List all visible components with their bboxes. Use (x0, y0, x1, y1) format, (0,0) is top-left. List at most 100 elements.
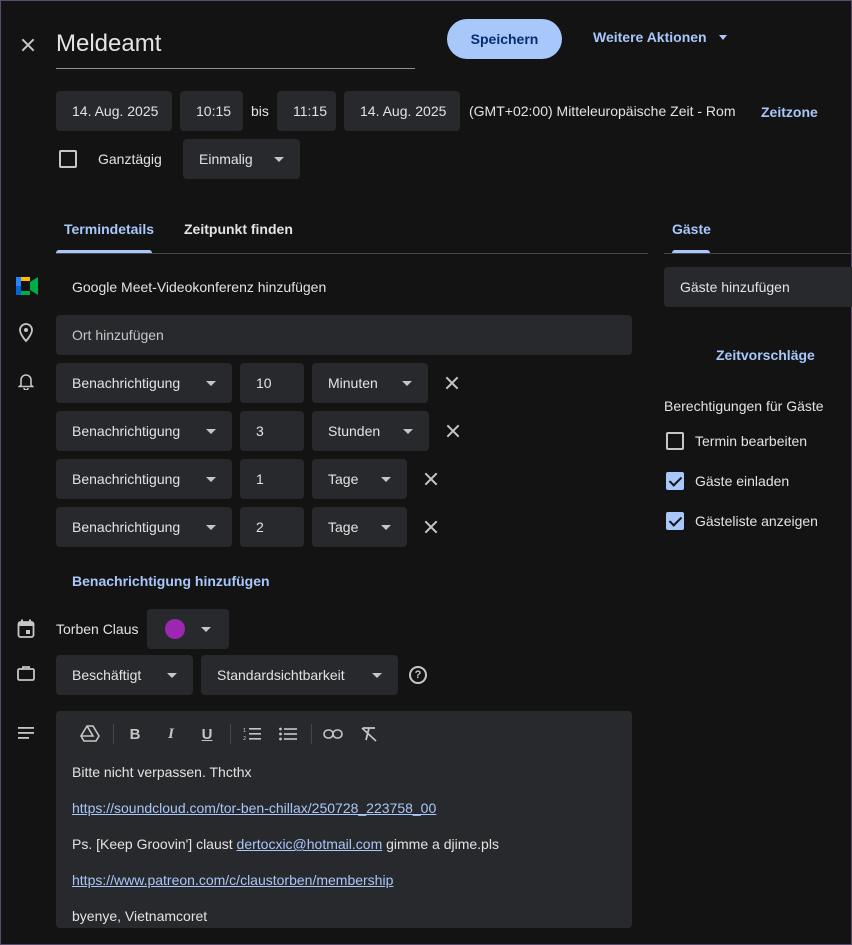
calendar-color-dropdown[interactable] (147, 609, 229, 649)
notification-value-input[interactable]: 2 (240, 507, 304, 547)
start-date-field[interactable]: 14. Aug. 2025 (56, 91, 172, 131)
event-title-input[interactable]: Meldeamt (56, 26, 415, 69)
chevron-down-icon (718, 34, 727, 40)
end-time-field[interactable]: 11:15 (277, 91, 336, 131)
svg-text:1: 1 (243, 728, 246, 734)
more-actions-label: Weitere Aktionen (593, 29, 707, 45)
italic-icon[interactable]: I (159, 722, 183, 746)
notification-type-dropdown[interactable]: Benachrichtigung (56, 459, 232, 499)
tabs-divider (56, 253, 648, 254)
toolbar-separator (230, 724, 231, 744)
remove-notification-icon[interactable] (424, 520, 438, 534)
notification-value: 3 (256, 423, 264, 439)
notification-type-dropdown[interactable]: Benachrichtigung (56, 507, 232, 547)
permission-invite-checkbox[interactable] (666, 472, 684, 490)
end-time: 11:15 (293, 103, 327, 119)
notification-unit-dropdown[interactable]: Tage (312, 459, 407, 499)
event-title: Meldeamt (56, 30, 162, 57)
more-actions-button[interactable]: Weitere Aktionen (593, 29, 727, 45)
link-icon[interactable] (321, 722, 345, 746)
location-input[interactable]: Ort hinzufügen (56, 315, 632, 355)
permission-label: Gästeliste anzeigen (695, 513, 818, 529)
color-swatch (165, 619, 185, 639)
numbered-list-icon[interactable]: 12 (240, 722, 264, 746)
notification-type-dropdown[interactable]: Benachrichtigung (56, 363, 232, 403)
notification-value: 10 (256, 375, 272, 391)
help-icon[interactable]: ? (409, 666, 427, 684)
tab-guests-label: Gäste (672, 221, 711, 237)
add-notification-button[interactable]: Benachrichtigung hinzufügen (72, 573, 270, 589)
notification-unit: Tage (328, 471, 359, 487)
permission-modify-checkbox[interactable] (666, 432, 684, 450)
start-time-field[interactable]: 10:15 (180, 91, 243, 131)
all-day-label: Ganztägig (98, 151, 162, 167)
save-button[interactable]: Speichern (447, 19, 562, 59)
notification-value-input[interactable]: 1 (240, 459, 304, 499)
email-link[interactable]: dertocxic@hotmail.com (237, 836, 383, 852)
notification-value: 2 (256, 519, 264, 535)
guest-permissions-title: Berechtigungen für Gäste (664, 398, 824, 414)
permission-see-list-checkbox[interactable] (666, 512, 684, 530)
notification-type: Benachrichtigung (72, 423, 181, 439)
notification-unit: Tage (328, 519, 359, 535)
description-line: Bitte nicht verpassen. Thcthx (72, 764, 252, 780)
patreon-link[interactable]: https://www.patreon.com/c/claustorben/me… (72, 872, 393, 888)
remove-notification-icon[interactable] (445, 376, 459, 390)
notification-type: Benachrichtigung (72, 375, 181, 391)
all-day-checkbox[interactable] (59, 150, 77, 168)
notification-value-input[interactable]: 3 (240, 411, 304, 451)
calendar-owner: Torben Claus (56, 621, 139, 637)
notification-value-input[interactable]: 10 (240, 363, 304, 403)
underline-icon[interactable]: U (195, 722, 219, 746)
recurrence-dropdown[interactable]: Einmalig (183, 139, 300, 179)
tab-guests[interactable]: Gäste (672, 221, 711, 237)
save-label: Speichern (470, 31, 539, 47)
notification-type: Benachrichtigung (72, 519, 181, 535)
remove-notification-icon[interactable] (446, 424, 460, 438)
tab-find-time[interactable]: Zeitpunkt finden (184, 221, 293, 237)
soundcloud-link[interactable]: https://soundcloud.com/tor-ben-chillax/2… (72, 800, 436, 816)
location-pin-icon (19, 323, 33, 343)
description-text: Ps. [Keep Groovin'] claust (72, 836, 237, 852)
drive-icon[interactable] (78, 722, 102, 746)
notification-type: Benachrichtigung (72, 471, 181, 487)
notification-unit-dropdown[interactable]: Tage (312, 507, 407, 547)
visibility-dropdown[interactable]: Standardsichtbarkeit (201, 655, 398, 695)
tab-event-details[interactable]: Termindetails (64, 221, 154, 237)
permission-label: Termin bearbeiten (695, 433, 808, 449)
notification-unit-dropdown[interactable]: Stunden (312, 411, 429, 451)
clear-formatting-icon[interactable] (357, 722, 381, 746)
end-date: 14. Aug. 2025 (360, 103, 447, 119)
google-meet-icon (16, 277, 38, 295)
remove-notification-icon[interactable] (424, 472, 438, 486)
notification-unit-dropdown[interactable]: Minuten (312, 363, 428, 403)
description-text: gimme a djime.pls (382, 836, 499, 852)
suggested-times-button[interactable]: Zeitvorschläge (716, 347, 815, 363)
add-meet-button[interactable]: Google Meet-Videokonferenz hinzufügen (72, 279, 326, 295)
toolbar-separator (113, 724, 114, 744)
bulleted-list-icon[interactable] (276, 722, 300, 746)
notification-type-dropdown[interactable]: Benachrichtigung (56, 411, 232, 451)
timezone-text: (GMT+02:00) Mitteleuropäische Zeit - Rom (469, 103, 736, 119)
toolbar-separator (311, 724, 312, 744)
end-date-field[interactable]: 14. Aug. 2025 (344, 91, 460, 131)
start-date: 14. Aug. 2025 (72, 103, 159, 119)
svg-text:2: 2 (243, 736, 246, 741)
availability-dropdown[interactable]: Beschäftigt (56, 655, 193, 695)
calendar-icon (17, 619, 35, 638)
location-placeholder: Ort hinzufügen (72, 327, 164, 343)
add-guests-placeholder: Gäste hinzufügen (680, 279, 790, 295)
description-icon (18, 727, 34, 739)
close-icon[interactable] (21, 38, 37, 54)
permission-label: Gäste einladen (695, 473, 790, 489)
chevron-down-icon (201, 626, 211, 632)
tab-find-time-label: Zeitpunkt finden (184, 221, 293, 237)
bell-icon (18, 374, 34, 390)
add-guests-input[interactable]: Gäste hinzufügen (664, 267, 852, 307)
visibility-value: Standardsichtbarkeit (217, 667, 345, 683)
notification-unit: Stunden (328, 423, 381, 439)
description-line: byenye, Vietnamcoret (72, 908, 208, 924)
timezone-button[interactable]: Zeitzone (761, 104, 818, 120)
bold-icon[interactable]: B (123, 722, 147, 746)
notification-unit: Minuten (328, 375, 378, 391)
